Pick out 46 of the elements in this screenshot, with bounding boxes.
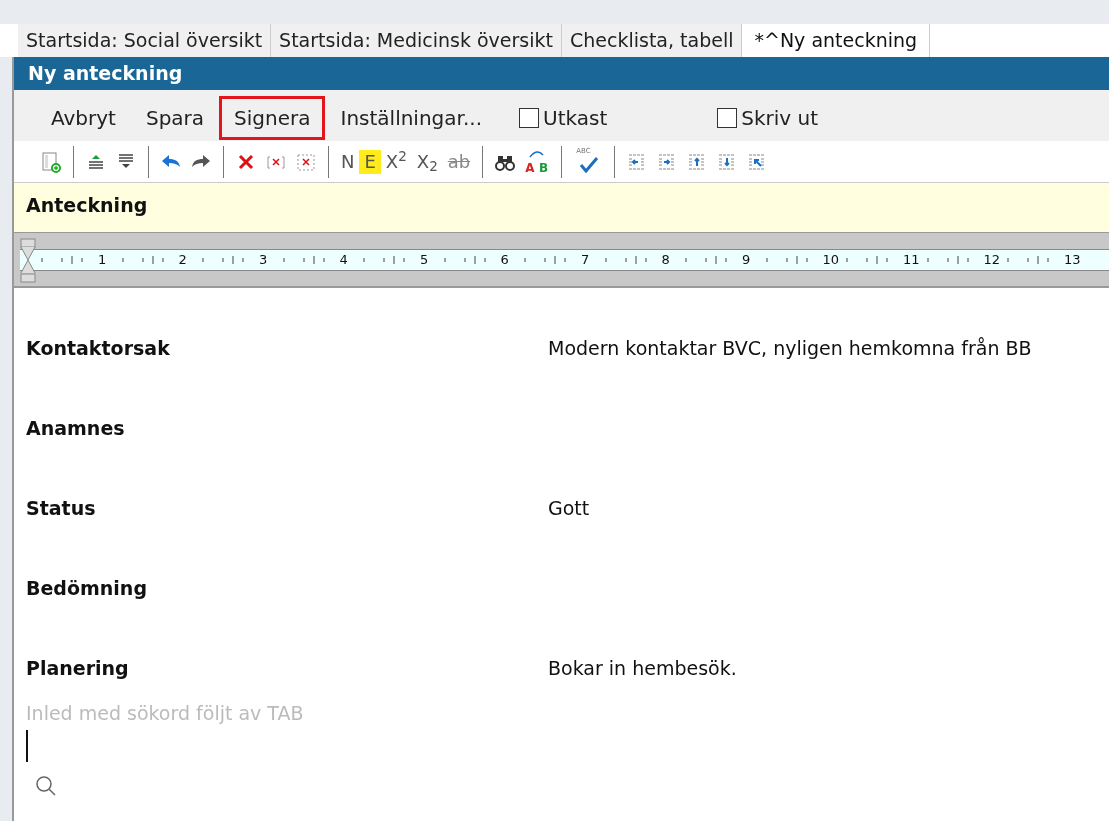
- menu-button[interactable]: Inställningar...: [325, 96, 497, 140]
- format-button[interactable]: ab: [442, 149, 476, 174]
- replace-button[interactable]: A B: [523, 148, 552, 175]
- text-cursor: [26, 730, 28, 762]
- format-button[interactable]: X$_{2}$: [411, 149, 443, 174]
- menu-button[interactable]: Spara: [130, 96, 220, 140]
- ruler-number: 1: [98, 250, 107, 269]
- checkbox[interactable]: [519, 108, 539, 128]
- search-icon[interactable]: [34, 774, 58, 798]
- ruler-number: 5: [420, 250, 429, 269]
- ruler-number: 3: [259, 250, 268, 269]
- ruler-number: 8: [661, 250, 670, 269]
- field-value: Gott: [548, 496, 590, 521]
- field-label: Bedömning: [26, 576, 148, 601]
- keyword-input[interactable]: Inled med sökord följt av TAB: [26, 698, 366, 728]
- field-value: Bokar in hembesök.: [548, 656, 737, 681]
- ruler-number: 10: [822, 250, 840, 269]
- ruler-number: 12: [983, 250, 1001, 269]
- ruler-number: 2: [178, 250, 187, 269]
- ruler-number: 9: [742, 250, 751, 269]
- section-title: Anteckning: [14, 183, 1109, 233]
- checkbox-option[interactable]: Utkast: [519, 103, 608, 133]
- menu-button[interactable]: Signera: [219, 96, 326, 140]
- window-title: Ny anteckning: [14, 57, 1109, 90]
- indent-marker-icon[interactable]: [20, 237, 36, 284]
- new-page-icon[interactable]: [40, 150, 62, 173]
- ruler-number: 6: [500, 250, 509, 269]
- menu-button[interactable]: Avbryt: [36, 96, 131, 140]
- ruler-number: 13: [1064, 250, 1081, 269]
- ruler-number: 4: [339, 250, 348, 269]
- field-label: Anamnes: [26, 416, 126, 441]
- tab[interactable]: Startsida: Social översikt: [18, 24, 272, 57]
- field-label: Planering: [26, 656, 130, 681]
- checkmark-icon: [579, 154, 600, 173]
- format-button[interactable]: N: [336, 149, 360, 174]
- format-button[interactable]: X$^{2}$: [380, 149, 412, 174]
- checkbox[interactable]: [717, 108, 738, 128]
- checkbox-option[interactable]: Skriv ut: [717, 103, 819, 133]
- format-button[interactable]: E: [359, 149, 381, 174]
- ruler-number: 7: [581, 250, 590, 269]
- field-label: Kontaktorsak: [26, 336, 171, 361]
- tab[interactable]: Checklista, tabell: [562, 24, 743, 57]
- tab[interactable]: Startsida: Medicinsk översikt: [271, 24, 562, 57]
- field-label: Status: [26, 496, 97, 521]
- field-value: Modern kontaktar BVC, nyligen hemkomna från BB: [548, 336, 1032, 361]
- ruler-number: 11: [903, 250, 920, 269]
